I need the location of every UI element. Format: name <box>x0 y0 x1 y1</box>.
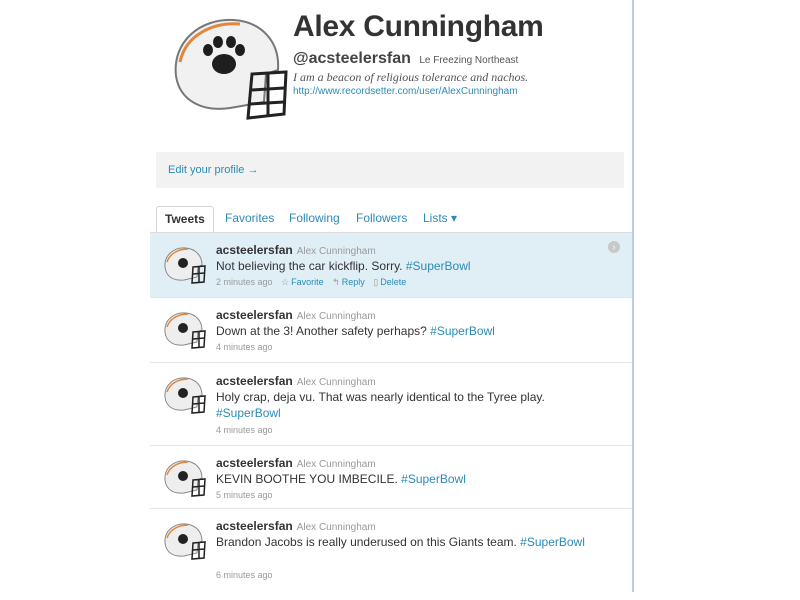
more-arrow-icon[interactable]: › <box>608 241 620 253</box>
profile-tabs: Tweets Favorites Following Followers Lis… <box>156 206 626 232</box>
tweet-item[interactable]: acsteelersfan Alex Cunningham KEVIN BOOTH… <box>150 446 632 509</box>
hashtag-link[interactable]: #SuperBowl <box>401 472 466 486</box>
helmet-avatar-icon <box>164 377 206 414</box>
tab-lists[interactable]: Lists ▾ <box>423 206 457 231</box>
edit-profile-link[interactable]: Edit your profile → <box>168 164 258 176</box>
tweet-text-body: Brandon Jacobs is really underused on th… <box>216 535 521 549</box>
tweet-text-body: Not believing the car kickflip. Sorry. <box>216 259 406 273</box>
trash-icon: ▯ <box>373 277 379 287</box>
tweet-timestamp-link[interactable]: 2 minutes ago <box>216 277 273 287</box>
hashtag-link[interactable]: #SuperBowl <box>430 324 495 338</box>
delete-button[interactable]: ▯ Delete <box>373 277 406 287</box>
profile-bio: I am a beacon of religious tolerance and… <box>293 70 529 84</box>
tab-following[interactable]: Following <box>289 206 340 231</box>
tweet-username-link[interactable]: acsteelersfan <box>216 308 293 322</box>
tweet-item[interactable]: acsteelersfan Alex Cunningham Down at the… <box>150 298 632 363</box>
tweet-text-body: Down at the 3! Another safety perhaps? <box>216 324 431 338</box>
tweet-header: acsteelersfan Alex Cunningham <box>216 308 376 322</box>
tweet-item[interactable]: acsteelersfan Alex Cunningham Holy crap, … <box>150 363 632 446</box>
tweet-fullname: Alex Cunningham <box>296 246 376 257</box>
helmet-avatar-icon <box>164 460 206 497</box>
tweet-fullname: Alex Cunningham <box>296 311 376 322</box>
tweet-text-body: Holy crap, deja vu. That was nearly iden… <box>216 390 545 404</box>
helmet-avatar-icon <box>164 523 206 560</box>
tweet-timestamp-link[interactable]: 4 minutes ago <box>216 342 273 352</box>
tab-followers[interactable]: Followers <box>356 206 407 231</box>
tweet-text: KEVIN BOOTHE YOU IMBECILE. #SuperBowl <box>216 471 596 487</box>
helmet-avatar-icon <box>164 312 206 349</box>
profile-location: Le Freezing Northeast <box>419 55 519 66</box>
tweet-timestamp-link[interactable]: 4 minutes ago <box>216 425 273 435</box>
favorite-label: Favorite <box>291 277 324 287</box>
star-icon: ☆ <box>281 277 290 287</box>
favorite-button[interactable]: ☆ Favorite <box>281 277 324 287</box>
tweet-username-link[interactable]: acsteelersfan <box>216 374 293 388</box>
helmet-avatar-icon <box>164 247 206 284</box>
tweet-text: Brandon Jacobs is really underused on th… <box>216 534 596 550</box>
profile-name: Alex Cunningham <box>293 10 544 43</box>
tweet-text: Down at the 3! Another safety perhaps? #… <box>216 323 596 339</box>
tweet-header: acsteelersfan Alex Cunningham <box>216 374 376 388</box>
tab-tweets[interactable]: Tweets <box>156 206 214 232</box>
handle-row: @acsteelersfan Le Freezing Northeast <box>293 50 518 68</box>
edit-profile-box: Edit your profile → <box>156 152 624 188</box>
tweet-fullname: Alex Cunningham <box>296 377 376 388</box>
profile-url-link[interactable]: http://www.recordsetter.com/user/AlexCun… <box>293 86 518 97</box>
profile-panel: Alex Cunningham @acsteelersfan Le Freezi… <box>150 0 632 600</box>
tweet-item[interactable]: acsteelersfan Alex Cunningham Brandon Jac… <box>150 509 632 591</box>
tweet-header: acsteelersfan Alex Cunningham <box>216 243 376 257</box>
hashtag-link[interactable]: #SuperBowl <box>216 406 281 420</box>
profile-handle: @acsteelersfan <box>293 50 411 67</box>
tweet-username-link[interactable]: acsteelersfan <box>216 519 293 533</box>
panel-border <box>632 0 634 592</box>
tweet-timestamp-link[interactable]: 6 minutes ago <box>216 570 273 580</box>
tweet-header: acsteelersfan Alex Cunningham <box>216 456 376 470</box>
tweet-text-body: KEVIN BOOTHE YOU IMBECILE. <box>216 472 402 486</box>
tweet-fullname: Alex Cunningham <box>296 522 376 533</box>
tweet-text: Holy crap, deja vu. That was nearly iden… <box>216 389 596 421</box>
tab-favorites[interactable]: Favorites <box>225 206 274 231</box>
reply-label: Reply <box>341 277 365 287</box>
tweet-username-link[interactable]: acsteelersfan <box>216 243 293 257</box>
reply-button[interactable]: ↰ Reply <box>332 277 365 287</box>
helmet-avatar-icon[interactable] <box>164 12 288 124</box>
hashtag-link[interactable]: #SuperBowl <box>520 535 585 549</box>
hashtag-link[interactable]: #SuperBowl <box>406 259 471 273</box>
tweet-text: Not believing the car kickflip. Sorry. #… <box>216 258 596 274</box>
tweet-username-link[interactable]: acsteelersfan <box>216 456 293 470</box>
tweet-fullname: Alex Cunningham <box>296 459 376 470</box>
tweet-meta: 2 minutes ago ☆ Favorite ↰ Reply ▯ Delete <box>216 277 406 288</box>
delete-label: Delete <box>380 277 407 287</box>
tweet-timestamp-link[interactable]: 5 minutes ago <box>216 490 273 500</box>
reply-arrow-icon: ↰ <box>332 277 340 287</box>
tweet-header: acsteelersfan Alex Cunningham <box>216 519 376 533</box>
tweet-item[interactable]: acsteelersfan Alex Cunningham Not believi… <box>150 233 632 298</box>
